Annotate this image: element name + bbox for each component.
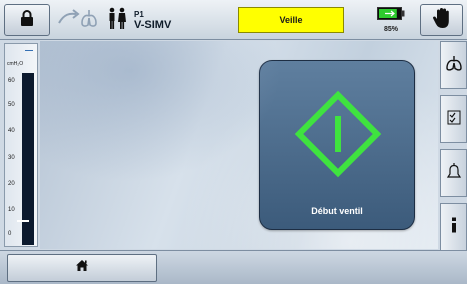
gauge-limit-marker xyxy=(25,50,33,51)
home-button[interactable] xyxy=(7,254,157,282)
status-badge: Veille xyxy=(238,7,344,33)
pressure-gauge: cmH₂O 60 50 40 30 20 10 0 xyxy=(4,43,38,247)
bottom-bar xyxy=(0,250,467,284)
home-icon xyxy=(75,259,89,277)
top-bar: P1 V-SIMV Veille 85% xyxy=(0,0,467,40)
start-icon xyxy=(293,89,383,184)
start-ventilation-button[interactable]: Début ventil xyxy=(259,60,415,230)
gauge-tick: 50 xyxy=(8,102,15,108)
gauge-tick: 20 xyxy=(8,181,15,187)
lungs-icon xyxy=(445,55,463,76)
battery-percent: 85% xyxy=(383,26,398,33)
battery-indicator: 85% xyxy=(372,4,410,36)
battery-icon xyxy=(377,7,405,25)
lungs-button[interactable] xyxy=(440,41,467,89)
gauge-tick: 10 xyxy=(8,207,15,213)
alarms-button[interactable] xyxy=(440,149,467,197)
patient-icon xyxy=(108,7,128,34)
gauge-tick: 60 xyxy=(8,78,15,84)
gauge-tick: 40 xyxy=(8,128,15,134)
info-icon xyxy=(450,217,458,238)
main-area: Début ventil xyxy=(40,41,438,249)
checklist-button[interactable] xyxy=(440,95,467,143)
start-ventilation-label: Début ventil xyxy=(311,206,363,216)
info-button[interactable] xyxy=(440,203,467,251)
gauge-unit: cmH₂O xyxy=(7,61,24,67)
lung-trigger-icon xyxy=(56,6,102,35)
mode-zone[interactable]: P1 V-SIMV xyxy=(56,3,236,37)
ventilation-mode: V-SIMV xyxy=(134,19,172,31)
checklist-icon xyxy=(447,109,461,130)
lock-button[interactable] xyxy=(4,4,50,36)
gauge-level-marker xyxy=(17,220,29,222)
alarm-silence-button[interactable] xyxy=(420,4,463,36)
gauge-tick: 0 xyxy=(8,231,12,237)
gauge-tick: 30 xyxy=(8,155,15,161)
hand-icon xyxy=(432,7,452,34)
lock-icon xyxy=(20,9,34,31)
bell-icon xyxy=(446,162,462,185)
